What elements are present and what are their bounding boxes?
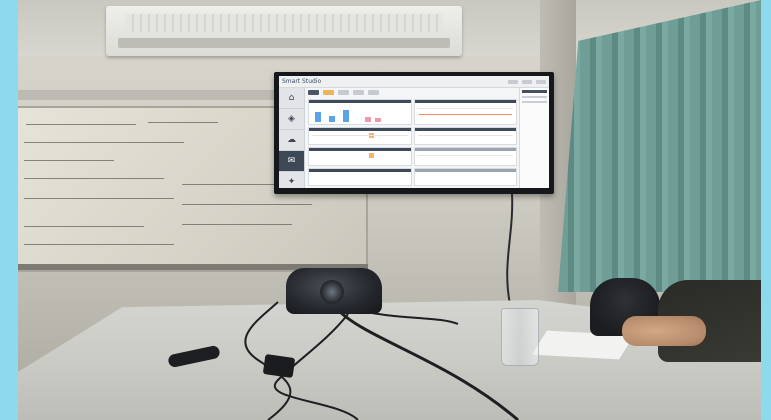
room-photo: Smart Studio ⌂ ◈ ☁ ✉ ✦ — [18, 0, 761, 420]
chat-icon[interactable]: ✉ — [279, 151, 304, 172]
chart-panel — [308, 99, 412, 125]
dashboard-tab[interactable] — [308, 90, 319, 95]
wall-tv: Smart Studio ⌂ ◈ ☁ ✉ ✦ — [274, 72, 554, 194]
dashboard-tab[interactable] — [368, 90, 379, 95]
marker-scribble — [24, 160, 114, 161]
layers-icon[interactable]: ◈ — [279, 109, 304, 130]
panel-row — [417, 155, 513, 157]
aircon-grille — [126, 14, 442, 32]
panel-header — [414, 168, 516, 172]
panel-row — [312, 134, 408, 136]
dashboard-tab[interactable] — [353, 90, 364, 95]
panel-header — [309, 100, 411, 103]
titlebar-control[interactable] — [536, 79, 546, 84]
chart-bar — [343, 109, 349, 122]
power-adapter — [262, 354, 296, 378]
curtain — [558, 0, 761, 292]
table-panel — [308, 147, 412, 166]
side-panel-item[interactable] — [522, 101, 547, 103]
titlebar-control[interactable] — [508, 79, 518, 84]
air-conditioner — [106, 6, 462, 56]
chart-bar — [315, 111, 321, 122]
app-title: Smart Studio — [282, 78, 322, 85]
marker-scribble — [24, 198, 174, 199]
side-panel-item[interactable] — [522, 96, 547, 98]
panel-grid — [308, 99, 517, 186]
marker-scribble — [182, 204, 312, 205]
clasped-hands — [622, 316, 706, 346]
dashboard-tab[interactable] — [323, 90, 334, 95]
marker-scribble — [24, 178, 164, 179]
water-glass — [501, 308, 539, 366]
marker-scribble — [24, 244, 174, 245]
panel-header — [309, 127, 411, 131]
panel-header — [309, 148, 411, 152]
status-cell — [369, 153, 374, 159]
panel-header — [309, 168, 411, 172]
panel-header — [414, 148, 516, 152]
marker-scribble — [148, 122, 218, 123]
projector-lens — [320, 280, 344, 304]
trend-panel — [413, 99, 517, 125]
table-panel — [308, 167, 412, 186]
app-sidebar: ⌂ ◈ ☁ ✉ ✦ — [279, 88, 305, 188]
marker-scribble — [182, 224, 292, 225]
chart-bar — [375, 117, 381, 122]
home-icon[interactable]: ⌂ — [279, 88, 304, 109]
aircon-vent — [118, 38, 450, 48]
dashboard-content — [306, 88, 519, 188]
dashboard-tab[interactable] — [338, 90, 349, 95]
table-panel — [413, 167, 517, 186]
panel-row — [417, 134, 513, 136]
marker-scribble — [24, 226, 144, 227]
projector — [286, 268, 382, 314]
chart-bar — [329, 115, 335, 122]
app-titlebar: Smart Studio — [279, 76, 549, 88]
cloud-icon[interactable]: ☁ — [279, 130, 304, 151]
settings-icon[interactable]: ✦ — [279, 172, 304, 188]
table-panel — [413, 147, 517, 166]
marker-scribble — [26, 124, 136, 125]
dashboard-toolbar — [306, 88, 519, 97]
titlebar-control[interactable] — [522, 79, 532, 84]
trend-line — [418, 114, 512, 115]
tv-screen: Smart Studio ⌂ ◈ ☁ ✉ ✦ — [279, 76, 549, 188]
table-panel — [413, 126, 517, 146]
panel-header — [414, 127, 516, 131]
table-panel — [308, 126, 412, 146]
chart-bar — [365, 116, 371, 122]
right-side-panel — [519, 88, 549, 188]
panel-header — [414, 100, 516, 103]
panel-row — [417, 108, 513, 109]
marker-scribble — [24, 142, 184, 143]
side-panel-header — [522, 90, 547, 93]
